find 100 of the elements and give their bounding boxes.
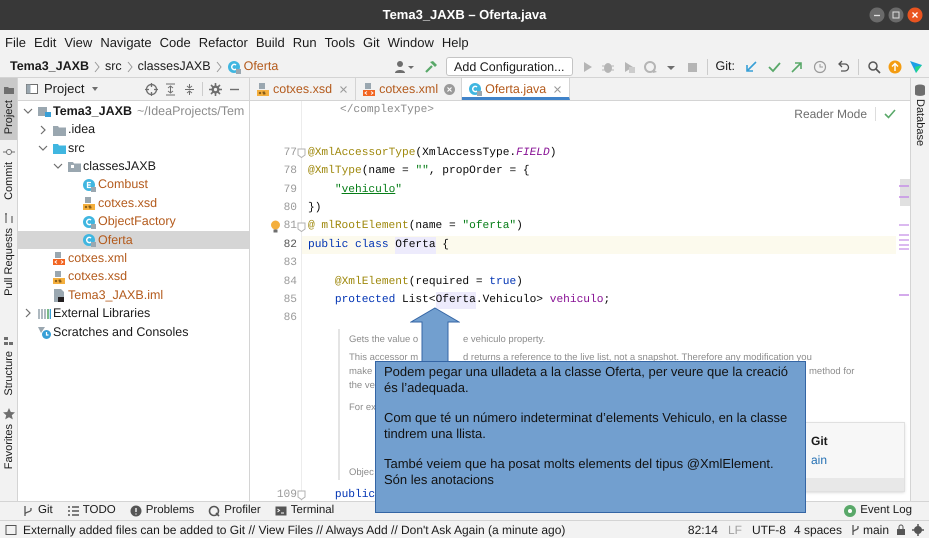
line-number: 84 xyxy=(284,274,297,290)
event-log-icon xyxy=(844,505,856,517)
close-icon[interactable] xyxy=(907,7,923,23)
tool-window-tab[interactable]: Project xyxy=(0,78,17,140)
tool-window-tab[interactable]: Structure xyxy=(0,329,17,402)
menu-item[interactable]: Navigate xyxy=(100,33,152,53)
update-icon[interactable] xyxy=(744,60,758,74)
xsd-file-icon xyxy=(52,270,66,284)
file-encoding[interactable]: UTF-8 xyxy=(752,520,786,538)
callout-text: Podem pegar una ulladeta a la classe Oferta, per veure que la creació és l’adequada. xyxy=(384,364,789,396)
history-icon[interactable] xyxy=(813,60,827,74)
line-number: 77 xyxy=(284,146,297,161)
folder-icon xyxy=(67,159,81,174)
tree-item[interactable]: cotxes.xsd xyxy=(18,194,249,212)
fold-icon[interactable] xyxy=(297,222,306,232)
inspector-icon[interactable] xyxy=(912,524,924,536)
tree-item[interactable]: classesJAXB xyxy=(18,157,249,176)
caret-position[interactable]: 82:14 xyxy=(688,520,718,538)
line-number: 83 xyxy=(284,256,297,272)
search-icon[interactable] xyxy=(867,60,881,74)
fold-icon[interactable] xyxy=(297,148,306,158)
hammer-icon[interactable] xyxy=(424,60,438,74)
window-title: Tema3_JAXB – Oferta.java xyxy=(382,6,546,24)
panel-title[interactable]: Project xyxy=(44,79,84,99)
tree-item[interactable]: Combust xyxy=(18,176,249,194)
maximize-icon[interactable] xyxy=(888,7,904,23)
class-icon xyxy=(468,82,482,96)
notification-link[interactable]: ain xyxy=(811,451,828,469)
user-icon[interactable] xyxy=(394,60,414,74)
indent-setting[interactable]: 4 spaces xyxy=(794,520,842,538)
tool-window-button[interactable]: TODO xyxy=(66,502,116,520)
tree-item[interactable]: Tema3_JAXB ~/IdeaProjects/Tem xyxy=(18,102,249,120)
tool-window-button[interactable]: Git xyxy=(22,502,53,520)
menu-item[interactable]: Code xyxy=(160,33,191,53)
update-available-icon[interactable] xyxy=(888,60,902,74)
menu-item[interactable]: Tools xyxy=(324,33,355,53)
event-log-button[interactable]: Event Log xyxy=(844,502,912,520)
reader-mode-link[interactable]: Reader Mode xyxy=(794,105,867,123)
branch-icon xyxy=(22,505,34,517)
expand-all-icon[interactable] xyxy=(164,82,177,96)
folder-icon xyxy=(2,84,14,96)
tool-window-tab[interactable]: Favorites xyxy=(0,402,17,475)
add-configuration-button[interactable]: Add Configuration... xyxy=(446,57,573,76)
push-icon[interactable] xyxy=(790,60,804,74)
status-message[interactable]: Externally added files can be added to Git // View Files // Always Add // Don't Ask Again (a minute ago) xyxy=(23,520,566,538)
breadcrumb[interactable]: src xyxy=(104,57,122,76)
lock-icon[interactable] xyxy=(896,524,906,536)
menu-item[interactable]: Run xyxy=(292,33,317,53)
tree-item[interactable]: Scratches and Consoles xyxy=(18,322,249,342)
line-number: 109 xyxy=(276,488,297,501)
tree-item[interactable]: .idea xyxy=(18,120,249,139)
tool-window-button[interactable]: Terminal xyxy=(274,502,334,520)
tool-window-button[interactable]: Problems xyxy=(130,502,194,520)
tool-window-tab[interactable]: Commit xyxy=(0,140,17,206)
structure-icon xyxy=(2,335,14,348)
breadcrumb[interactable]: Tema3_JAXB xyxy=(10,57,89,76)
scrollbar-thumb[interactable] xyxy=(900,179,910,206)
minimize-icon[interactable] xyxy=(869,7,885,23)
menu-item[interactable]: Help xyxy=(442,33,469,53)
lightbulb-icon[interactable] xyxy=(270,220,281,234)
tree-item[interactable]: Tema3_JAXB.iml xyxy=(18,286,249,304)
breadcrumb[interactable]: Oferta xyxy=(226,57,278,76)
editor-tab[interactable]: Oferta.java xyxy=(462,78,570,100)
menu-item[interactable]: Git xyxy=(362,33,380,53)
revert-icon[interactable] xyxy=(836,60,850,74)
line-number: 86 xyxy=(284,311,297,326)
code-line: @XmlElement(required = true) xyxy=(334,274,524,290)
tree-item[interactable]: cotxes.xml xyxy=(18,249,249,268)
menu-item[interactable]: Refactor xyxy=(198,33,248,53)
git-branch[interactable]: main xyxy=(850,520,889,538)
settings-icon[interactable] xyxy=(209,82,222,96)
logo-icon[interactable] xyxy=(909,60,923,74)
database-icon xyxy=(914,84,926,96)
tree-item[interactable]: cotxes.xsd xyxy=(18,268,249,286)
xsd-file-icon xyxy=(82,196,96,210)
terminal-icon xyxy=(274,505,287,517)
doc-text: e vehiculo property. xyxy=(463,332,546,347)
line-number: 78 xyxy=(284,164,297,180)
locate-icon[interactable] xyxy=(145,82,158,96)
tree-item[interactable]: src xyxy=(18,138,249,158)
libraries-icon xyxy=(37,306,51,320)
scratches-icon xyxy=(37,324,51,339)
menu-item[interactable]: File xyxy=(5,33,26,53)
menu-item[interactable]: Edit xyxy=(34,33,56,53)
class-icon xyxy=(226,60,241,74)
breadcrumb[interactable]: classesJAXB xyxy=(138,57,211,76)
code-line: @XmlType(name = "", propOrder = { xyxy=(307,164,531,180)
menu-item[interactable]: View xyxy=(64,33,92,53)
tool-window-tab[interactable]: Pull Requests xyxy=(0,206,17,302)
tool-window-tab[interactable]: Database xyxy=(912,78,928,152)
tree-item[interactable]: External Libraries xyxy=(18,304,249,323)
tree-item[interactable]: ObjectFactory xyxy=(18,212,249,231)
menu-item[interactable]: Build xyxy=(256,33,285,53)
menu-item[interactable]: Window xyxy=(388,33,434,53)
collapse-all-icon[interactable] xyxy=(183,82,196,96)
fold-icon[interactable] xyxy=(297,490,306,500)
profiler-icon[interactable] xyxy=(642,60,657,74)
chevron-right-icon xyxy=(126,60,134,72)
commit-check-icon[interactable] xyxy=(767,60,781,74)
tool-window-button[interactable]: Profiler xyxy=(208,502,261,520)
